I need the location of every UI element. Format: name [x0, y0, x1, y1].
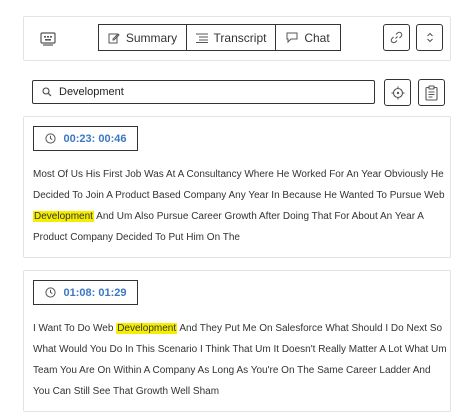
- tab-transcript-label: Transcript: [213, 30, 267, 45]
- tab-summary-label: Summary: [125, 30, 178, 45]
- search-result-card: 01:08: 01:29 I Want To Do Web Developmen…: [23, 270, 451, 412]
- clock-icon: [44, 133, 56, 144]
- expand-toggle-button[interactable]: [416, 24, 443, 51]
- search-box[interactable]: [32, 80, 375, 104]
- tab-chat[interactable]: Chat: [276, 24, 341, 51]
- chevron-up-down-icon: [426, 32, 433, 43]
- tab-transcript[interactable]: Transcript: [187, 24, 276, 51]
- tab-chat-label: Chat: [304, 30, 330, 45]
- search-result-card: 00:23: 00:46 Most Of Us His First Job Wa…: [23, 116, 451, 258]
- timestamp-button[interactable]: 01:08: 01:29: [33, 280, 138, 305]
- search-input[interactable]: [59, 86, 359, 98]
- edit-icon: [108, 32, 120, 43]
- link-icon: [390, 31, 403, 44]
- search-icon: [42, 87, 52, 97]
- timestamp-button[interactable]: 00:23: 00:46: [33, 126, 138, 151]
- transcript-excerpt: Most Of Us His First Job Was At A Consul…: [33, 169, 445, 243]
- search-match-highlight: Development: [33, 211, 94, 222]
- copy-link-button[interactable]: [383, 24, 410, 51]
- transcript-list-icon: [195, 33, 208, 43]
- clock-icon: [44, 287, 56, 298]
- copy-clipboard-button[interactable]: [418, 79, 445, 106]
- clipboard-icon: [425, 84, 438, 101]
- keyboard-window-icon[interactable]: [38, 29, 58, 49]
- timestamp-label: 01:08: 01:29: [63, 286, 127, 299]
- target-icon: [391, 86, 404, 99]
- tab-summary[interactable]: Summary: [98, 24, 187, 51]
- locate-button[interactable]: [384, 79, 411, 106]
- search-match-highlight: Development: [116, 323, 178, 334]
- chat-icon: [286, 32, 298, 43]
- transcript-excerpt: I Want To Do Web Development And They Pu…: [33, 323, 447, 397]
- view-toolbar: Summary Transcript Chat: [23, 16, 451, 61]
- timestamp-label: 00:23: 00:46: [63, 132, 127, 145]
